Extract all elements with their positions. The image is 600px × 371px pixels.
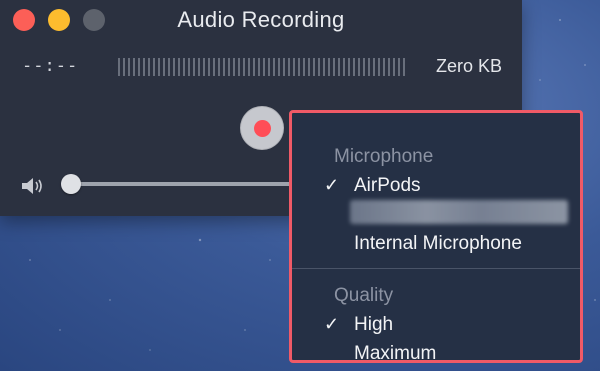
volume-slider-thumb[interactable] <box>61 174 81 194</box>
menu-separator <box>292 268 580 269</box>
menu-item-high[interactable]: High <box>354 314 393 336</box>
level-meter <box>118 58 405 76</box>
file-size: Zero KB <box>435 56 502 76</box>
menu-item-internal-microphone[interactable]: Internal Microphone <box>354 233 522 255</box>
window-title: Audio Recording <box>177 7 345 32</box>
recording-time: --:-- <box>22 56 79 76</box>
menu-item-maximum[interactable]: Maximum <box>354 343 436 365</box>
quality-header: Quality <box>334 285 394 306</box>
checkmark-icon: ✓ <box>324 314 340 334</box>
menu-item-airpods[interactable]: AirPods <box>354 175 421 197</box>
record-button[interactable] <box>240 106 284 150</box>
volume-slider-track[interactable] <box>70 182 300 186</box>
checkmark-icon: ✓ <box>324 175 340 195</box>
menu-item-obscured-device[interactable] <box>350 200 568 224</box>
microphone-header: Microphone <box>334 146 434 167</box>
options-dropdown-menu: Microphone ✓ AirPods Internal Microphone… <box>289 110 583 365</box>
record-dot-icon <box>253 119 271 137</box>
speaker-icon <box>22 178 42 194</box>
